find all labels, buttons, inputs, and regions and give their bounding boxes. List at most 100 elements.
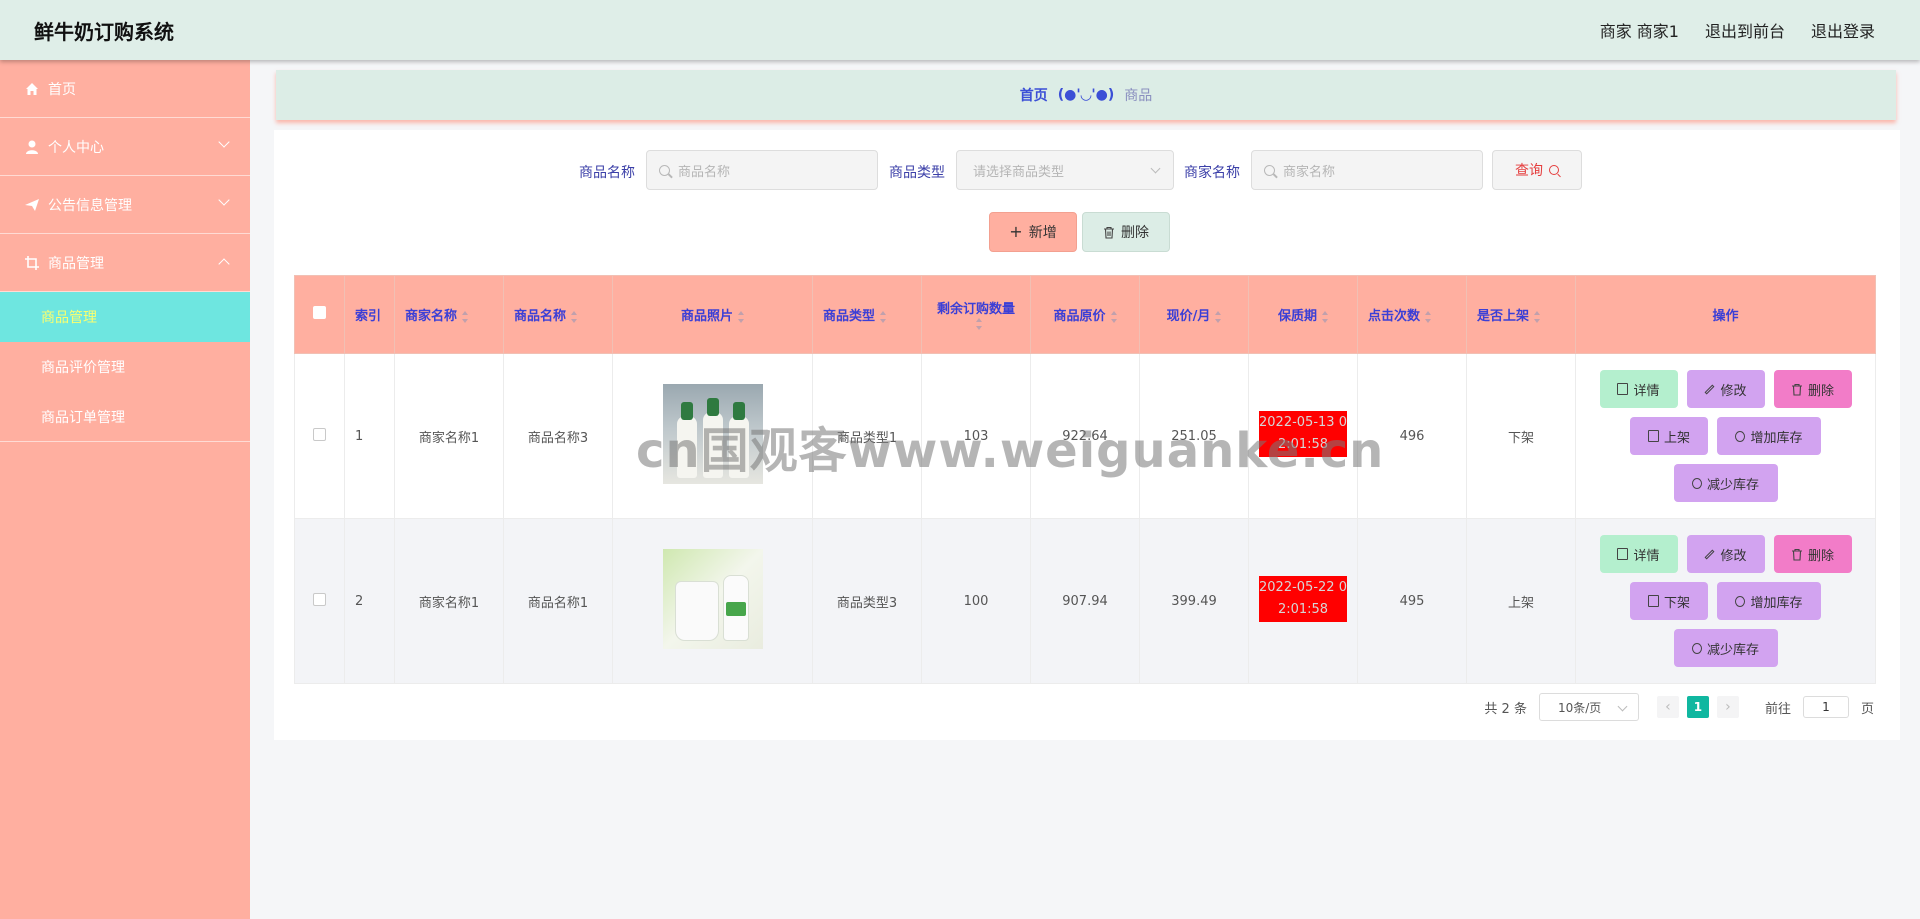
- header-label: 现价/月: [1166, 309, 1211, 324]
- input-placeholder: 商品名称: [678, 164, 731, 180]
- shelf-toggle-button[interactable]: 下架: [1630, 582, 1708, 620]
- location-icon: [1691, 477, 1702, 489]
- select-all-checkbox[interactable]: [313, 306, 326, 319]
- detail-button[interactable]: 详情: [1599, 535, 1678, 573]
- header-label: 保质期: [1277, 309, 1317, 324]
- sidebar-item-notices[interactable]: 公告信息管理: [0, 176, 250, 234]
- sort-icon[interactable]: [738, 310, 744, 323]
- next-page-button[interactable]: ›: [1716, 696, 1739, 718]
- sort-icon[interactable]: [1322, 310, 1328, 323]
- expiry-badge: 2022-05-13 02:01:58: [1259, 411, 1347, 457]
- cell-clicks: 495: [1357, 518, 1467, 684]
- header-actions: 商家 商家1 退出到前台 退出登录: [1600, 18, 1875, 42]
- sort-icon[interactable]: [880, 310, 887, 323]
- sidebar-item-products[interactable]: 商品管理: [0, 234, 250, 292]
- product-photo[interactable]: [662, 384, 763, 484]
- add-stock-button[interactable]: 增加库存: [1717, 582, 1821, 620]
- sidebar-subitem-label: 商品订单管理: [41, 409, 125, 426]
- sort-icon[interactable]: [975, 318, 982, 330]
- row-checkbox[interactable]: [313, 427, 326, 441]
- page-size-select[interactable]: 10条/页: [1538, 693, 1639, 721]
- query-button[interactable]: 查询: [1492, 150, 1582, 190]
- column-header-on-shelf[interactable]: 是否上架: [1466, 275, 1576, 354]
- cell-type: 商品类型3: [812, 518, 922, 684]
- prev-page-button[interactable]: ‹: [1656, 696, 1679, 718]
- sidebar-subitem-product-management[interactable]: 商品管理: [0, 292, 250, 342]
- location-icon: [1691, 642, 1702, 654]
- goto-page-input[interactable]: 1: [1802, 696, 1849, 718]
- location-icon: [1735, 430, 1746, 442]
- column-header-product[interactable]: 商品名称: [503, 275, 613, 354]
- sidebar-item-profile[interactable]: 个人中心: [0, 118, 250, 176]
- shelf-toggle-button[interactable]: 上架: [1630, 417, 1708, 455]
- breadcrumb-separator: (●'◡'●): [1057, 87, 1115, 103]
- add-button[interactable]: + 新增: [989, 212, 1077, 252]
- document-icon: [1647, 430, 1659, 442]
- cell-remaining: 103: [921, 353, 1031, 519]
- header-label: 商品照片: [680, 309, 733, 324]
- edit-icon: [1705, 384, 1715, 394]
- sort-icon[interactable]: [1425, 310, 1432, 323]
- product-name-input[interactable]: 商品名称: [646, 150, 878, 190]
- product-photo[interactable]: [662, 549, 763, 649]
- cell-expiry: 2022-05-22 02:01:58: [1248, 518, 1358, 684]
- sort-icon[interactable]: [1110, 310, 1117, 323]
- cell-ops: 详情 修改 删除 上架 增加库存 减少库存: [1575, 353, 1876, 519]
- cell-merchant: 商家名称1: [394, 353, 504, 519]
- delete-button[interactable]: 删除: [1773, 370, 1852, 408]
- column-header-merchant[interactable]: 商家名称: [394, 275, 504, 354]
- product-type-select[interactable]: 请选择商品类型: [956, 150, 1174, 190]
- row-checkbox[interactable]: [313, 592, 326, 606]
- reduce-stock-button[interactable]: 减少库存: [1673, 629, 1778, 667]
- op-label: 上架: [1663, 430, 1690, 446]
- header-label: 商品原价: [1053, 309, 1106, 324]
- chevron-down-icon: [1150, 163, 1161, 174]
- input-placeholder: 商家名称: [1283, 164, 1336, 180]
- front-link[interactable]: 退出到前台: [1705, 18, 1785, 42]
- document-icon: [1647, 595, 1659, 607]
- product-table: 索引 商家名称 商品名称 商品照片 商品类型 剩余订购数量 商品原价 现价/月 …: [294, 275, 1876, 684]
- cell-remaining: 100: [921, 518, 1031, 684]
- cell-index: 2: [344, 518, 395, 684]
- add-stock-button[interactable]: 增加库存: [1717, 417, 1821, 455]
- edit-button[interactable]: 修改: [1686, 370, 1765, 408]
- column-header-expiry[interactable]: 保质期: [1248, 275, 1358, 354]
- goto-label: 前往: [1764, 701, 1791, 717]
- sort-icon[interactable]: [1215, 310, 1222, 323]
- reduce-stock-button[interactable]: 减少库存: [1673, 464, 1778, 502]
- home-icon: [26, 82, 38, 95]
- page-number-current[interactable]: 1: [1686, 696, 1709, 718]
- pagination: 共 2 条 10条/页 ‹ 1 › 前往 1 页: [1484, 693, 1874, 721]
- sidebar-item-home[interactable]: 首页: [0, 60, 250, 118]
- top-header: 鲜牛奶订购系统 商家 商家1 退出到前台 退出登录: [0, 0, 1920, 60]
- table-header-row: 索引 商家名称 商品名称 商品照片 商品类型 剩余订购数量 商品原价 现价/月 …: [294, 275, 1876, 354]
- cell-clicks: 496: [1357, 353, 1467, 519]
- sort-icon[interactable]: [462, 310, 469, 323]
- op-label: 删除: [1807, 383, 1834, 399]
- sidebar-subitem-product-orders[interactable]: 商品订单管理: [0, 392, 250, 442]
- logout-link[interactable]: 退出登录: [1811, 18, 1875, 42]
- edit-button[interactable]: 修改: [1686, 535, 1765, 573]
- column-header-original-price[interactable]: 商品原价: [1030, 275, 1140, 354]
- batch-delete-button[interactable]: 删除: [1082, 212, 1170, 252]
- column-header-remaining[interactable]: 剩余订购数量: [921, 275, 1031, 354]
- search-icon: [1264, 164, 1275, 176]
- column-header-clicks[interactable]: 点击次数: [1357, 275, 1467, 354]
- cell-on-shelf: 下架: [1466, 353, 1576, 519]
- cell-expiry: 2022-05-13 02:01:58: [1248, 353, 1358, 519]
- merchant-name-input[interactable]: 商家名称: [1251, 150, 1483, 190]
- cell-ops: 详情 修改 删除 下架 增加库存 减少库存: [1575, 518, 1876, 684]
- column-header-type[interactable]: 商品类型: [812, 275, 922, 354]
- sort-icon[interactable]: [571, 310, 578, 323]
- document-icon: [1617, 548, 1629, 560]
- breadcrumb-home[interactable]: 首页: [1020, 85, 1048, 105]
- merchant-name-label: 商家名称: [1184, 165, 1240, 181]
- column-header-current-price[interactable]: 现价/月: [1139, 275, 1249, 354]
- delete-button[interactable]: 删除: [1773, 535, 1852, 573]
- detail-button[interactable]: 详情: [1599, 370, 1678, 408]
- sidebar-subitem-product-reviews[interactable]: 商品评价管理: [0, 342, 250, 392]
- column-header-photo[interactable]: 商品照片: [612, 275, 813, 354]
- sort-icon[interactable]: [1534, 310, 1541, 323]
- header-label: 商品类型: [823, 309, 876, 324]
- sidebar-item-label: 商品管理: [48, 255, 104, 272]
